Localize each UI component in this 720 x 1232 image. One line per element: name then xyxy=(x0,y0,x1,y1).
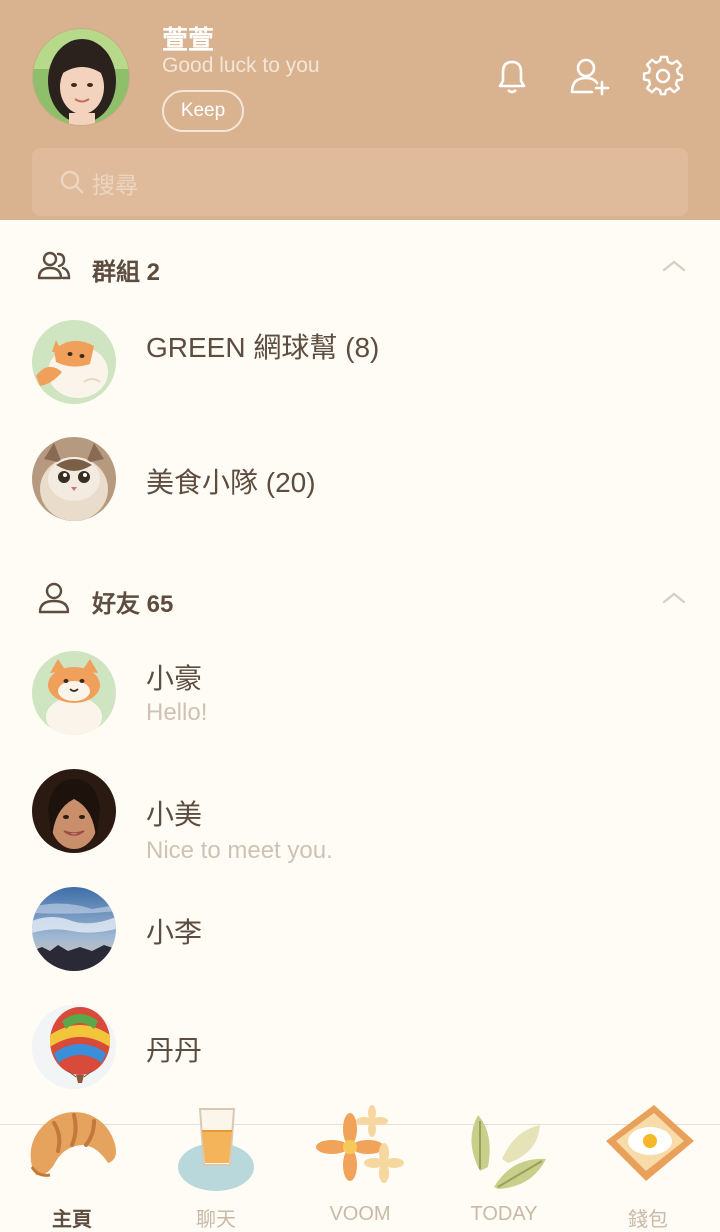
toast-egg-icon xyxy=(606,1105,694,1181)
friends-section-header[interactable]: 好友 65 xyxy=(0,568,720,628)
nav-tab-chat[interactable]: 聊天 xyxy=(144,1108,288,1232)
friend-list-item[interactable]: 小李 xyxy=(0,887,720,997)
group-list-item[interactable]: 美食小隊 (20) xyxy=(0,437,720,547)
friend-name: 小豪 xyxy=(146,663,203,694)
friends-section-title: 好友 65 xyxy=(92,591,174,618)
flower-icon xyxy=(316,1105,404,1183)
nav-tab-today[interactable]: TODAY xyxy=(432,1115,576,1232)
friend-name: 丹丹 xyxy=(146,1035,203,1066)
bottom-navigation: 主頁 聊天 VOOM TODAY 錢包 xyxy=(0,1105,720,1232)
group-list-item[interactable]: GREEN 網球幫 (8) xyxy=(0,320,720,430)
friend-status-message: Nice to meet you. xyxy=(146,837,333,864)
search-placeholder: 搜尋 xyxy=(92,172,138,198)
profile-header: 萱萱 Good luck to you Keep 搜尋 xyxy=(0,0,720,220)
keep-button[interactable]: Keep xyxy=(162,90,244,132)
croissant-icon xyxy=(30,1112,116,1177)
profile-status-message[interactable]: Good luck to you xyxy=(162,54,320,78)
nav-tab-voom[interactable]: VOOM xyxy=(288,1105,432,1232)
group-icon xyxy=(37,251,71,280)
friend-name: 小美 xyxy=(146,799,203,830)
nav-label: 聊天 xyxy=(196,1209,236,1231)
friend-list-item[interactable]: 小美 Nice to meet you. xyxy=(0,769,720,879)
nav-label: 錢包 xyxy=(628,1209,668,1231)
group-name: GREEN 網球幫 (8) xyxy=(146,332,380,363)
nav-tab-wallet[interactable]: 錢包 xyxy=(576,1105,720,1232)
nav-tab-home[interactable]: 主頁 xyxy=(0,1112,144,1232)
profile-photo xyxy=(33,29,129,125)
friend-avatar xyxy=(32,769,116,853)
add-friend-icon[interactable] xyxy=(568,54,612,98)
friend-name: 小李 xyxy=(146,917,203,948)
bell-icon[interactable] xyxy=(490,54,534,98)
profile-name[interactable]: 萱萱 xyxy=(162,20,214,57)
friend-list-item[interactable]: 丹丹 xyxy=(0,1005,720,1115)
person-icon xyxy=(38,582,70,614)
search-bar[interactable]: 搜尋 xyxy=(32,148,688,216)
nav-label: TODAY xyxy=(470,1203,538,1225)
friend-avatar xyxy=(32,887,116,971)
friend-list-item[interactable]: 小豪 Hello! xyxy=(0,651,720,761)
friend-status-message: Hello! xyxy=(146,699,208,726)
juice-cup-icon xyxy=(178,1108,254,1191)
nav-label: VOOM xyxy=(329,1203,391,1225)
groups-section-title: 群組 2 xyxy=(92,259,161,286)
nav-label: 主頁 xyxy=(52,1209,92,1231)
groups-section-header[interactable]: 群組 2 xyxy=(0,236,720,296)
search-icon xyxy=(60,170,84,194)
chevron-up-icon[interactable] xyxy=(660,588,688,608)
chevron-up-icon[interactable] xyxy=(660,256,688,276)
group-avatar xyxy=(32,320,116,404)
settings-gear-icon[interactable] xyxy=(642,54,686,98)
profile-avatar[interactable] xyxy=(32,28,130,126)
leaves-icon xyxy=(471,1115,546,1189)
friend-avatar xyxy=(32,1005,116,1089)
group-avatar xyxy=(32,437,116,521)
group-name: 美食小隊 (20) xyxy=(146,467,316,498)
friend-avatar xyxy=(32,651,116,735)
